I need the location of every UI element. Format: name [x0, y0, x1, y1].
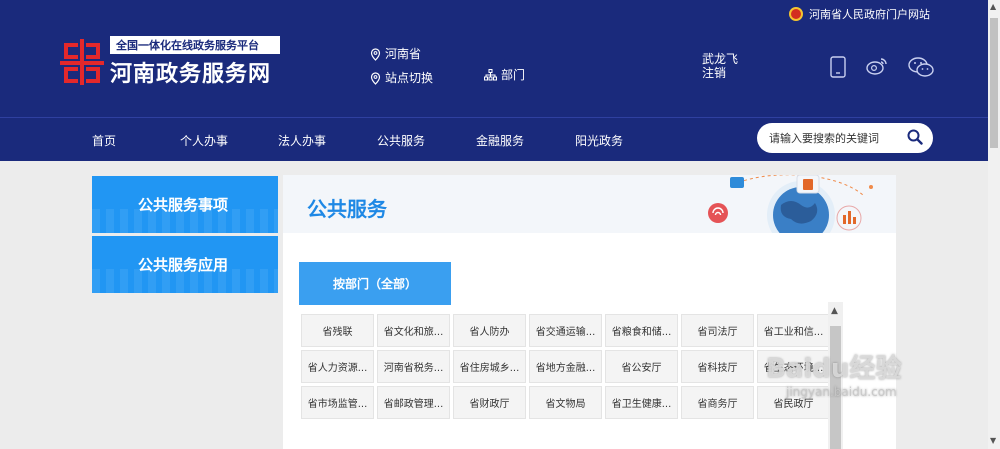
department-item[interactable]: 省财政厅 [453, 386, 526, 419]
location-selector[interactable]: 河南省 [370, 42, 433, 66]
gov-portal-link[interactable]: 河南省人民政府门户网站 [789, 6, 930, 22]
scroll-down-icon[interactable]: ▼ [990, 436, 996, 445]
logo-mark-icon [60, 39, 104, 85]
switch-site-link[interactable]: 站点切换 [370, 66, 433, 90]
nav-item-financial[interactable]: 金融服务 [476, 132, 524, 149]
search-icon[interactable] [907, 129, 923, 145]
scroll-up-icon[interactable]: ▲ [831, 306, 838, 316]
sidebar-item-public-service-apps[interactable]: 公共服务应用 [92, 236, 278, 293]
department-item[interactable]: 省交通运输... [529, 314, 602, 347]
department-item[interactable]: 省文化和旅... [377, 314, 450, 347]
nav-item-personal[interactable]: 个人办事 [180, 132, 228, 149]
username[interactable]: 武龙飞 [702, 52, 738, 66]
department-item[interactable]: 省公安厅 [605, 350, 678, 383]
national-emblem-icon [789, 7, 803, 21]
department-item[interactable]: 省工业和信... [757, 314, 830, 347]
wechat-icon[interactable] [908, 56, 934, 78]
department-link[interactable]: 部门 [484, 66, 525, 83]
department-label[interactable]: 部门 [501, 66, 525, 83]
page-scrollbar[interactable]: ▲ ▼ [988, 0, 1000, 449]
gov-portal-label[interactable]: 河南省人民政府门户网站 [809, 6, 930, 22]
location-label[interactable]: 河南省 [385, 42, 421, 66]
logo-tagline: 全国一体化在线政务服务平台 [110, 36, 280, 54]
site-logo[interactable]: 全国一体化在线政务服务平台 河南政务服务网 [60, 36, 280, 88]
department-item[interactable]: 省人防办 [453, 314, 526, 347]
logo-name: 河南政务服务网 [110, 61, 272, 87]
org-chart-icon [484, 68, 497, 80]
watermark-brand: Baidu经验 [766, 354, 902, 384]
department-item[interactable]: 省文物局 [529, 386, 602, 419]
sidebar-item-public-service-items[interactable]: 公共服务事项 [92, 176, 278, 233]
baidu-watermark: Baidu经验 jingyan.baidu.com [766, 348, 956, 428]
department-grid: 省残联 省文化和旅... 省人防办 省交通运输... 省粮食和储... 省司法厅… [301, 314, 830, 419]
department-item[interactable]: 省市场监管... [301, 386, 374, 419]
sidebar-item-label: 公共服务应用 [138, 256, 229, 274]
nav-item-legal-entity[interactable]: 法人办事 [278, 132, 326, 149]
department-item[interactable]: 省粮食和储... [605, 314, 678, 347]
department-item[interactable]: 省邮政管理... [377, 386, 450, 419]
page-title: 公共服务 [307, 197, 387, 221]
nav-item-sunshine-gov[interactable]: 阳光政务 [575, 132, 623, 149]
weibo-icon[interactable] [866, 56, 888, 76]
banner: 公共服务 [283, 175, 896, 233]
scroll-up-icon[interactable]: ▲ [990, 2, 996, 11]
tab-by-department[interactable]: 按部门（全部） [299, 262, 451, 305]
department-item[interactable]: 省人力资源... [301, 350, 374, 383]
department-item[interactable]: 河南省税务... [377, 350, 450, 383]
department-item[interactable]: 省科技厅 [681, 350, 754, 383]
department-item[interactable]: 省残联 [301, 314, 374, 347]
switch-site-label[interactable]: 站点切换 [385, 66, 433, 90]
logout-link[interactable]: 注销 [702, 66, 738, 80]
department-item[interactable]: 省住房城乡... [453, 350, 526, 383]
watermark-url: jingyan.baidu.com [786, 385, 897, 399]
globe-illustration-icon [708, 175, 873, 233]
nav-item-home[interactable]: 首页 [92, 132, 116, 149]
mobile-icon[interactable] [830, 56, 846, 78]
location-pin-icon [370, 47, 381, 61]
site-header: 河南省人民政府门户网站 全国一体化在线政务服务平台 河南政务服务网 河南省 站点… [0, 0, 988, 117]
department-item[interactable]: 省司法厅 [681, 314, 754, 347]
search-box [757, 123, 933, 153]
department-item[interactable]: 省商务厅 [681, 386, 754, 419]
sidebar-item-label: 公共服务事项 [138, 196, 229, 214]
location-pin-icon [370, 71, 381, 85]
department-item[interactable]: 省卫生健康... [605, 386, 678, 419]
department-item[interactable]: 省地方金融... [529, 350, 602, 383]
nav-item-public-service[interactable]: 公共服务 [377, 132, 425, 149]
search-input[interactable] [769, 131, 909, 145]
scrollbar-thumb[interactable] [990, 18, 998, 148]
